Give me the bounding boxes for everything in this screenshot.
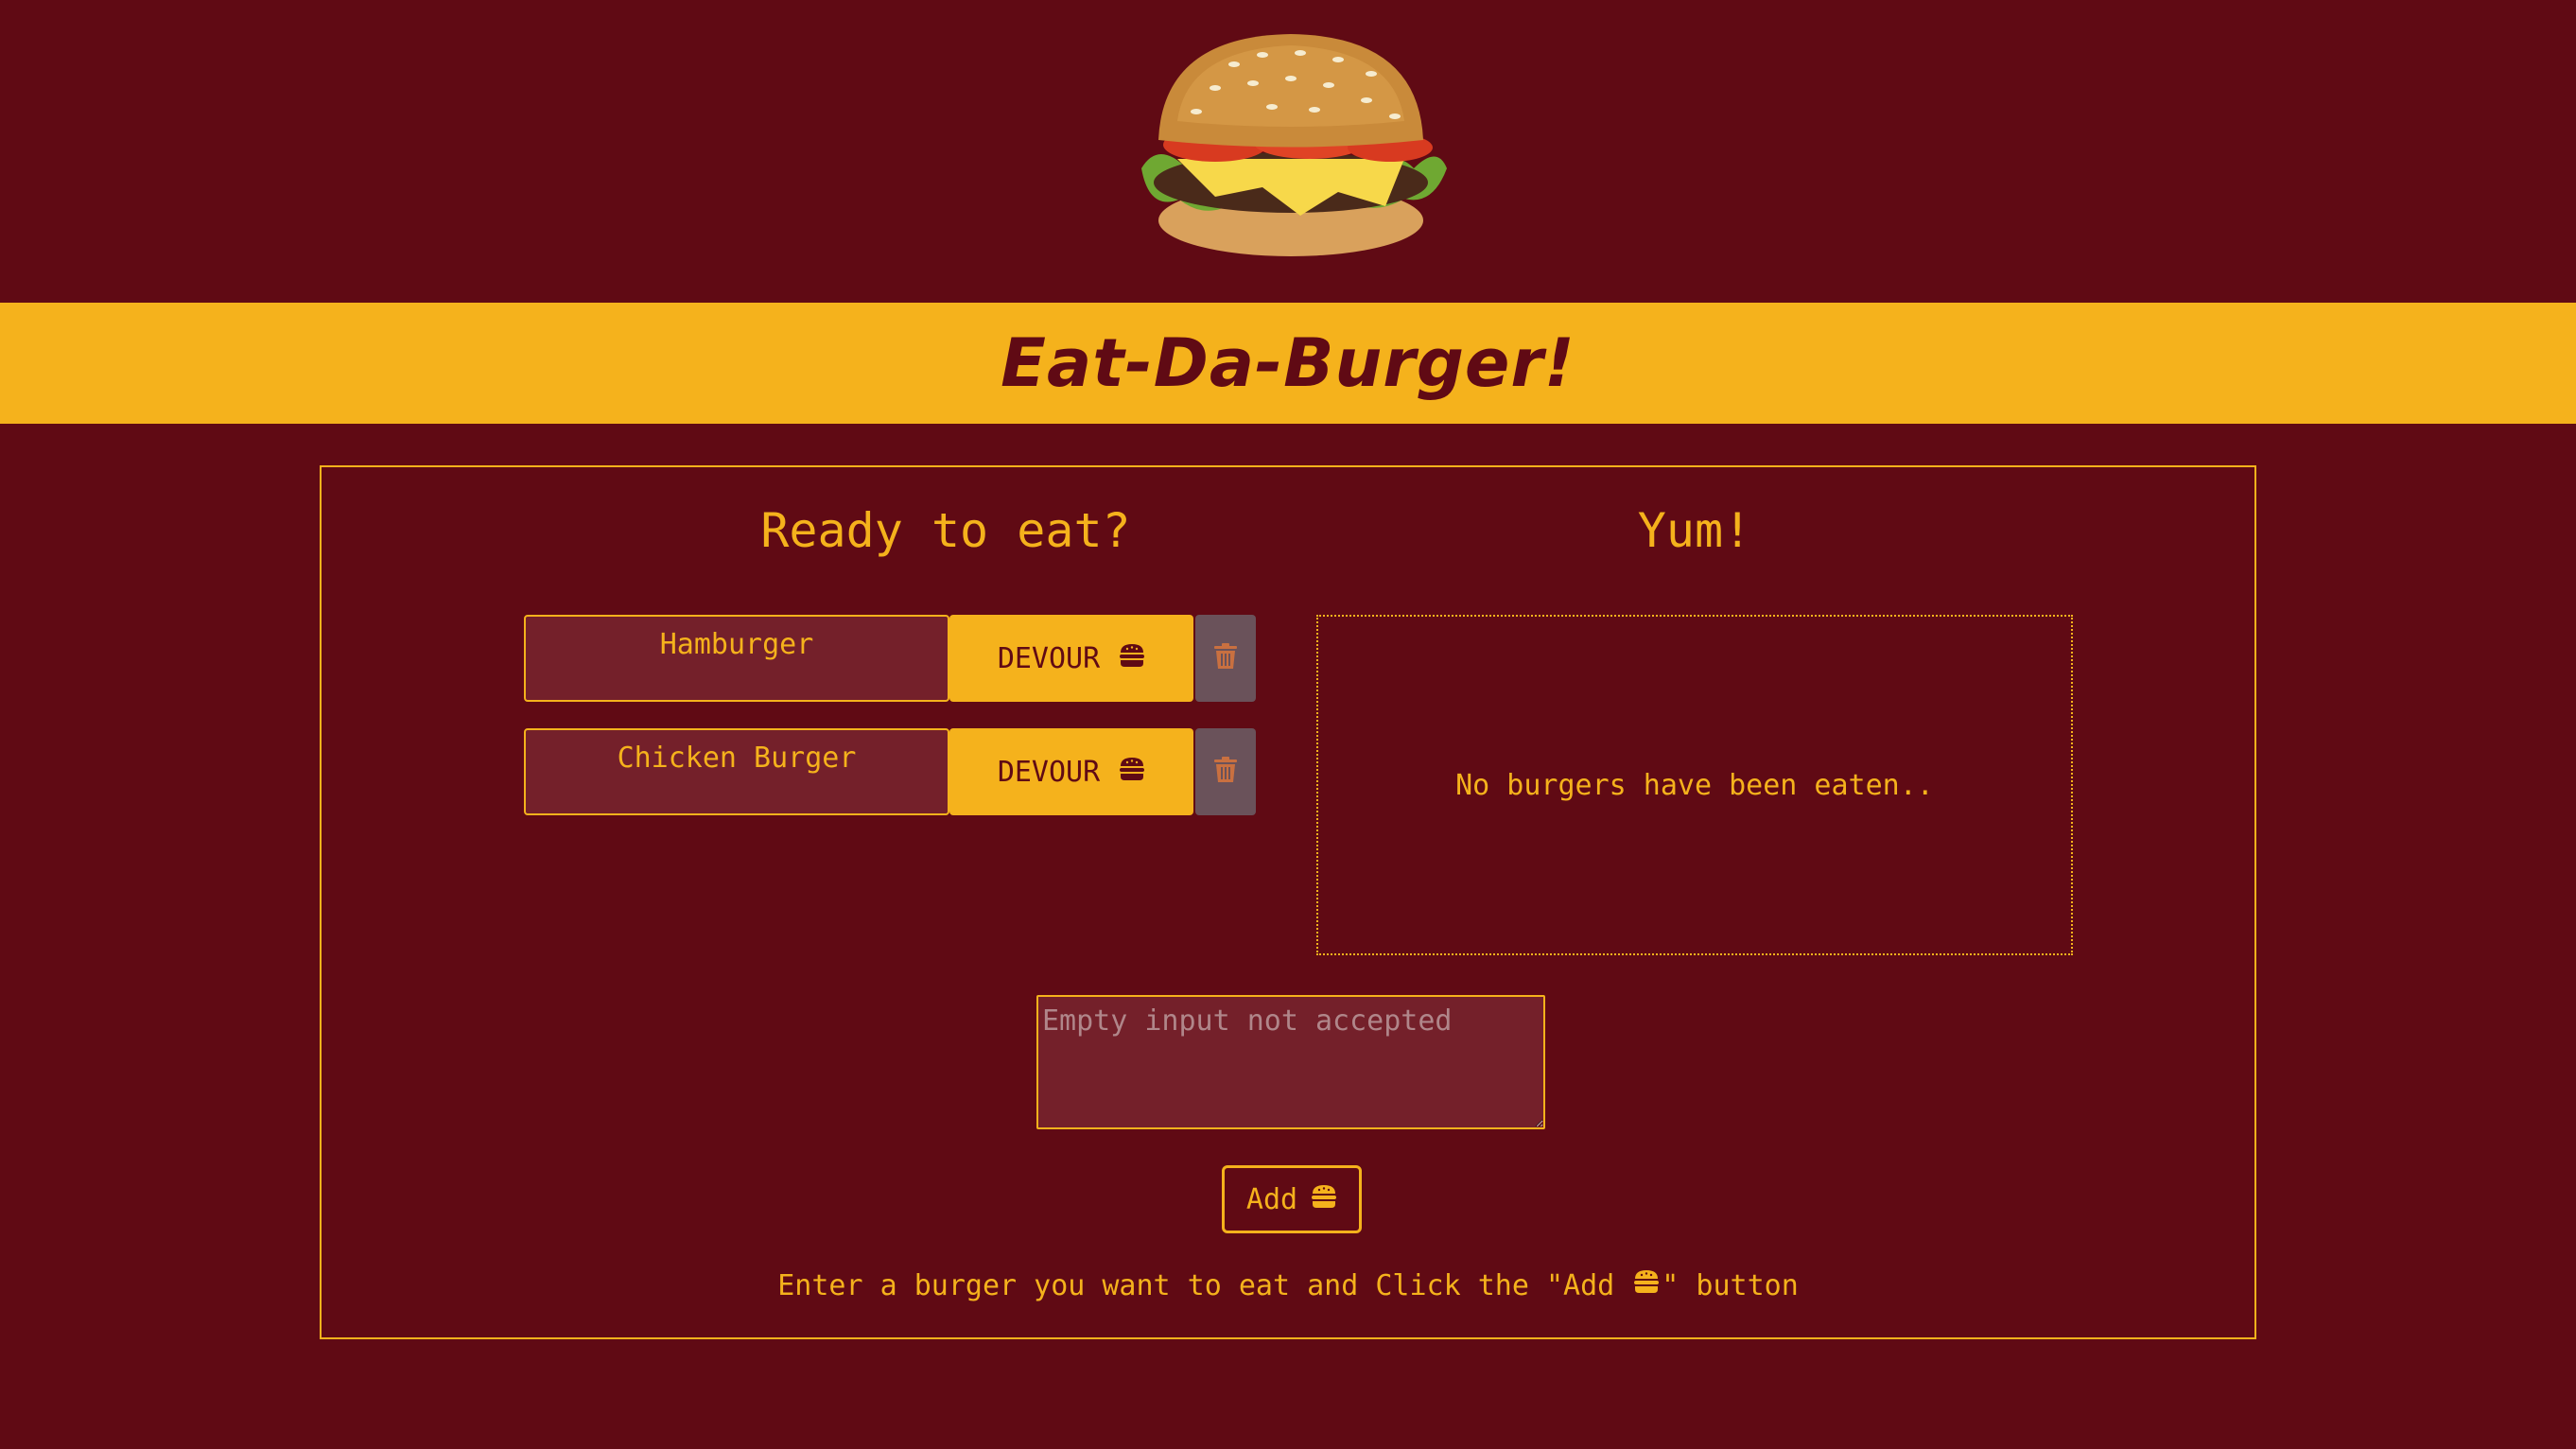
burger-name: Chicken Burger	[524, 728, 949, 815]
yum-heading: Yum!	[1637, 503, 1752, 558]
burger-name: Hamburger	[524, 615, 949, 702]
instructions-text: Enter a burger you want to eat and Click…	[322, 1269, 2254, 1302]
empty-message: No burgers have been eaten..	[1455, 768, 1934, 802]
devour-button[interactable]: DEVOUR	[949, 615, 1193, 702]
delete-button[interactable]	[1195, 615, 1256, 702]
hamburger-icon	[1616, 1269, 1660, 1302]
title-banner: Eat-Da-Burger!	[0, 303, 2576, 424]
instructions-before: Enter a burger you want to eat and Click…	[777, 1269, 1615, 1302]
trash-icon	[1214, 643, 1237, 673]
instructions-after: " button	[1662, 1269, 1799, 1302]
burger-panel: Ready to eat? Yum! Hamburger DEVOUR Chic…	[320, 465, 2256, 1339]
hamburger-icon	[1119, 756, 1145, 789]
delete-button[interactable]	[1195, 728, 1256, 815]
burger-input[interactable]	[1036, 995, 1545, 1129]
hamburger-icon	[1119, 642, 1145, 675]
page-title: Eat-Da-Burger!	[1001, 324, 1575, 402]
devour-label: DEVOUR	[997, 755, 1101, 789]
trash-icon	[1214, 757, 1237, 787]
add-label: Add	[1245, 1182, 1298, 1216]
add-button[interactable]: Add	[1222, 1165, 1362, 1233]
devour-button[interactable]: DEVOUR	[949, 728, 1193, 815]
burger-row: Chicken Burger DEVOUR	[524, 728, 1256, 815]
devour-label: DEVOUR	[997, 641, 1101, 675]
hamburger-icon	[1311, 1183, 1337, 1216]
burger-logo	[1121, 26, 1461, 263]
ready-to-eat-heading: Ready to eat?	[760, 503, 1131, 558]
burger-row: Hamburger DEVOUR	[524, 615, 1256, 702]
eaten-burgers-box: No burgers have been eaten..	[1316, 615, 2073, 955]
